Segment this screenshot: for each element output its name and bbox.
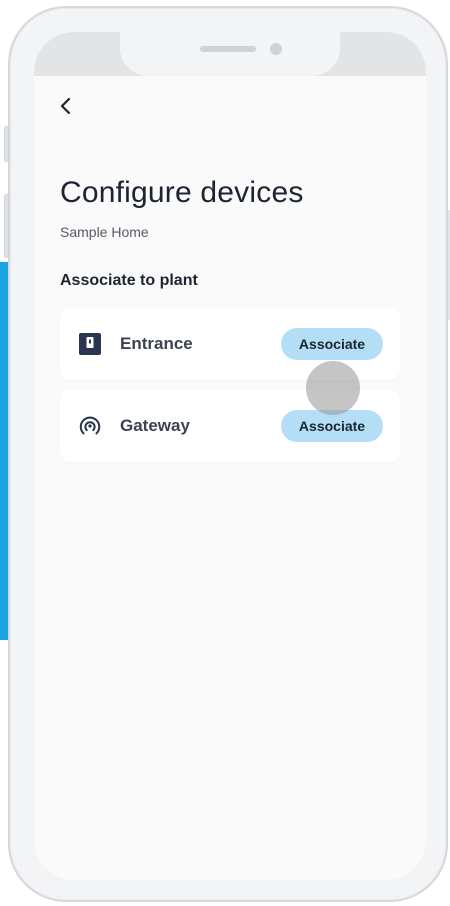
side-button-mute (4, 126, 9, 162)
chevron-left-icon (59, 97, 73, 120)
screen: Configure devices Sample Home Associate … (34, 32, 426, 880)
device-card-gateway: Gateway Associate (60, 390, 400, 462)
section-title: Associate to plant (60, 272, 198, 289)
speaker-grill (200, 46, 256, 52)
gateway-signal-icon (78, 414, 102, 438)
device-name: Entrance (120, 334, 193, 353)
home-name: Sample Home (60, 224, 149, 240)
device-name: Gateway (120, 416, 190, 435)
device-card-entrance: Entrance Associate (60, 308, 400, 380)
door-panel-icon (78, 332, 102, 356)
app-content: Configure devices Sample Home Associate … (34, 76, 426, 880)
front-camera (270, 43, 282, 55)
associate-button[interactable]: Associate (281, 328, 383, 360)
associate-button[interactable]: Associate (281, 410, 383, 442)
phone-frame: Configure devices Sample Home Associate … (4, 6, 448, 902)
back-button[interactable] (54, 96, 78, 120)
status-area (34, 32, 426, 76)
page-title: Configure devices (60, 176, 304, 209)
notch (120, 32, 340, 76)
side-button-volume (4, 194, 9, 258)
